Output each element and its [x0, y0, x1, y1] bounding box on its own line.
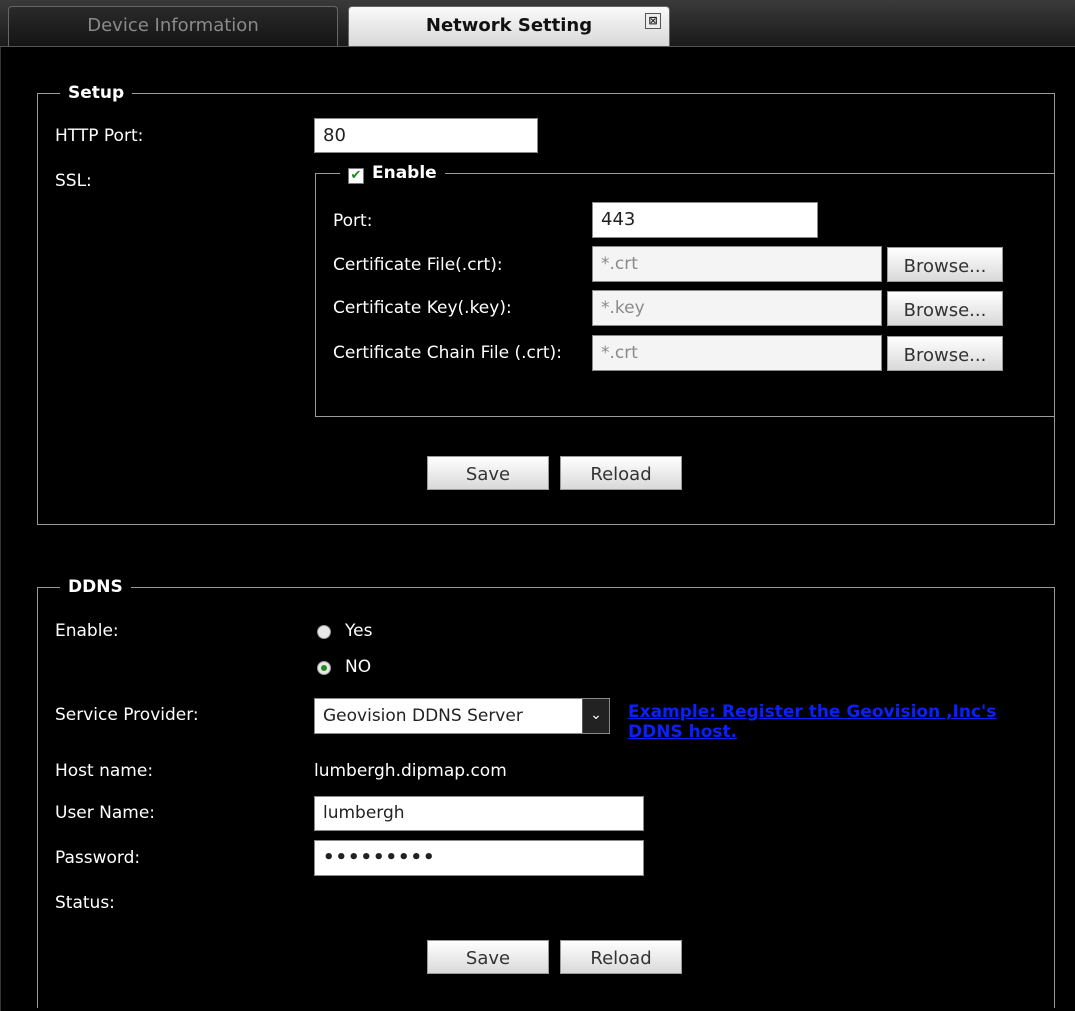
host-name-label: Host name:: [55, 761, 154, 781]
service-provider-value: Geovision DDNS Server: [323, 706, 523, 726]
tab-network-setting-label: Network Setting: [425, 15, 593, 36]
user-name-label: User Name:: [55, 803, 156, 823]
ssl-enable-legend: ✔ Enable: [340, 163, 445, 184]
password-input[interactable]: •••••••••: [314, 840, 644, 876]
tab-network-setting[interactable]: Network Setting ⊠: [348, 6, 670, 46]
ssl-port-input[interactable]: 443: [592, 202, 818, 238]
host-name-value: lumbergh.dipmap.com: [314, 761, 507, 781]
cert-key-browse-button[interactable]: Browse...: [887, 291, 1003, 326]
cert-chain-browse-button[interactable]: Browse...: [887, 336, 1003, 371]
cert-file-input[interactable]: *.crt: [592, 246, 882, 282]
ssl-enable-checkbox[interactable]: ✔: [348, 168, 364, 184]
cert-chain-input[interactable]: *.crt: [592, 335, 882, 371]
user-name-input[interactable]: lumbergh: [314, 796, 644, 831]
ddns-no-radio[interactable]: [317, 661, 331, 675]
setup-save-button[interactable]: Save: [427, 456, 549, 490]
ddns-no-label: NO: [345, 657, 372, 677]
chevron-down-icon[interactable]: ⌄: [582, 699, 609, 733]
ddns-save-button[interactable]: Save: [427, 940, 549, 974]
ddns-example-link[interactable]: Example: Register the Geovision ,Inc's D…: [628, 702, 1028, 742]
ddns-enable-label: Enable:: [55, 621, 119, 641]
tab-device-information[interactable]: Device Information: [8, 6, 338, 46]
ddns-legend: DDNS: [68, 577, 123, 597]
http-port-label: HTTP Port:: [55, 126, 144, 146]
ssl-label: SSL:: [55, 171, 92, 191]
network-setting-panel: Setup HTTP Port: 80 SSL: ✔ Enable Port: 4…: [0, 47, 1075, 1011]
cert-file-browse-button[interactable]: Browse...: [887, 247, 1003, 282]
cert-key-input[interactable]: *.key: [592, 290, 882, 326]
cert-chain-label: Certificate Chain File (.crt):: [333, 343, 562, 363]
service-provider-label: Service Provider:: [55, 705, 199, 725]
ssl-enable-label: Enable: [372, 163, 437, 183]
password-label: Password:: [55, 848, 141, 868]
status-label: Status:: [55, 893, 115, 913]
cert-file-label: Certificate File(.crt):: [333, 255, 503, 275]
cert-key-label: Certificate Key(.key):: [333, 298, 512, 318]
ssl-port-label: Port:: [333, 211, 373, 231]
ddns-reload-button[interactable]: Reload: [560, 940, 682, 974]
setup-legend: Setup: [68, 83, 125, 103]
http-port-input[interactable]: 80: [314, 118, 538, 153]
service-provider-select[interactable]: Geovision DDNS Server ⌄: [314, 698, 610, 734]
ddns-yes-radio[interactable]: [317, 625, 331, 639]
setup-reload-button[interactable]: Reload: [560, 456, 682, 490]
close-icon[interactable]: ⊠: [645, 13, 661, 29]
tab-bar: Device Information Network Setting ⊠: [0, 0, 1075, 47]
ddns-yes-label: Yes: [345, 621, 373, 641]
